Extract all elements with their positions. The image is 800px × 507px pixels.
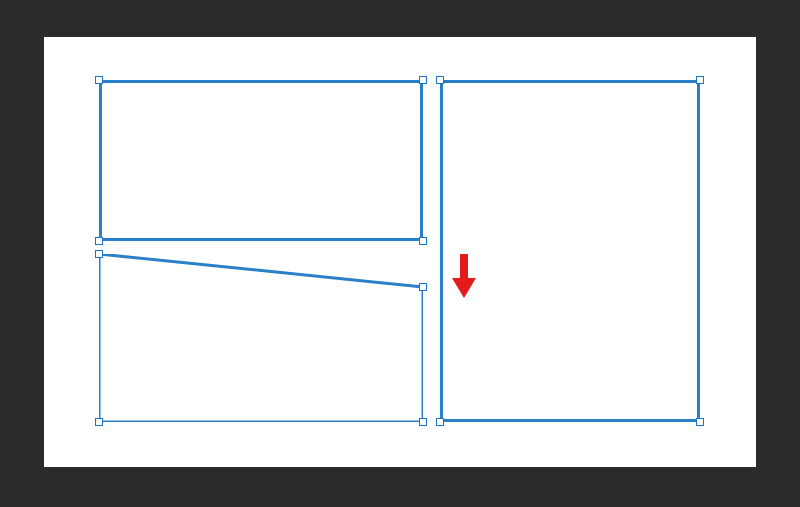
selection-handle-quad-bottom-left-p2[interactable] — [419, 418, 427, 426]
selection-handle-rect-top-left-br[interactable] — [419, 237, 427, 245]
selection-handle-rect-right-bl[interactable] — [436, 418, 444, 426]
rect-right[interactable] — [440, 80, 700, 422]
selection-handle-quad-bottom-left-p3[interactable] — [95, 418, 103, 426]
rect-top-left[interactable] — [99, 80, 423, 241]
selection-handle-quad-bottom-left-p1[interactable] — [419, 283, 427, 291]
selection-handle-rect-right-tr[interactable] — [696, 76, 704, 84]
quad-bottom-left[interactable] — [99, 254, 423, 422]
selection-handle-rect-top-left-bl[interactable] — [95, 237, 103, 245]
selection-handle-rect-right-tl[interactable] — [436, 76, 444, 84]
selection-handle-rect-right-br[interactable] — [696, 418, 704, 426]
selection-handle-rect-top-left-tl[interactable] — [95, 76, 103, 84]
selection-handle-rect-top-left-tr[interactable] — [419, 76, 427, 84]
selection-handle-quad-bottom-left-p0[interactable] — [95, 250, 103, 258]
